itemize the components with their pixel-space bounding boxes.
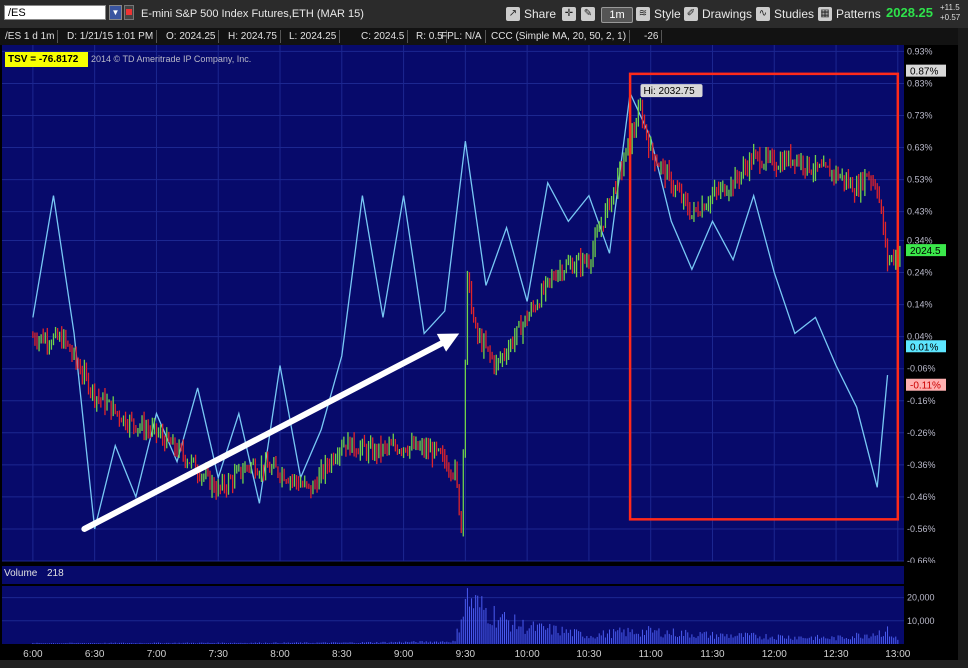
price-axis-tick: 0.34%	[907, 236, 933, 246]
price-axis-tick: 0.24%	[907, 268, 933, 278]
price-axis-tick: -0.26%	[907, 428, 936, 438]
volume-value: 218	[47, 568, 64, 579]
price-axis-tick: -0.16%	[907, 396, 936, 406]
info-low: L: 2024.25	[286, 30, 341, 43]
timeframe-button[interactable]: 1m	[601, 7, 633, 23]
volume-chart[interactable]: 20,000 10,000 6:00 6:30 7:00 7:30 8:00 8:30 9:00…	[0, 564, 958, 660]
wrench-icon: ✎	[581, 6, 595, 21]
change-percent: +0.57	[940, 13, 961, 22]
share-label: Share	[524, 6, 557, 21]
studies-button[interactable]: ∿ Studies	[756, 4, 814, 23]
time-axis-tick: 8:30	[332, 649, 352, 660]
price-axis-tick: 0.93%	[907, 46, 933, 56]
change-absolute: +11.5	[940, 3, 960, 12]
volume-axis-tick: 10,000	[907, 616, 935, 626]
patterns-button[interactable]: ▦ Patterns	[818, 4, 881, 23]
time-axis-tick: 9:00	[394, 649, 414, 660]
tsv-badge: TSV = -76.8172	[5, 52, 88, 67]
price-axis-tick: -0.46%	[907, 492, 936, 502]
patterns-label: Patterns	[836, 6, 881, 21]
price-axis-tick: -0.06%	[907, 364, 936, 374]
style-icon: ≋	[636, 6, 650, 21]
volume-label: Volume	[4, 568, 38, 579]
info-close: C: 2024.5	[358, 30, 409, 43]
time-axis-tick: 9:30	[456, 649, 476, 660]
patterns-icon: ▦	[818, 6, 832, 21]
studies-label: Studies	[774, 6, 815, 21]
drawings-button[interactable]: ✐ Drawings	[684, 4, 752, 23]
price-axis-tick: 0.43%	[907, 207, 933, 217]
volume-axis-tick: 20,000	[907, 593, 935, 603]
chart-label: /ES 1 d 1m	[2, 30, 59, 43]
style-button[interactable]: ≋ Style	[636, 4, 681, 23]
alert-flag-icon	[126, 9, 132, 15]
info-date: D: 1/21/15 1:01 PM	[64, 30, 158, 43]
share-icon: ↗	[506, 6, 520, 21]
last-price: 2028.25	[886, 5, 933, 20]
price-axis-tick: 0.63%	[907, 143, 933, 153]
price-axis-tick: 0.83%	[907, 78, 933, 88]
time-axis-tick: 7:00	[147, 649, 167, 660]
price-label: 0.87%	[910, 67, 938, 78]
copyright-text: 2014 © TD Ameritrade IP Company, Inc.	[91, 54, 252, 64]
volume-header-bg	[2, 566, 904, 584]
price-axis-tick: -0.66%	[907, 556, 936, 563]
price-axis-tick: -0.36%	[907, 460, 936, 470]
instrument-title: E-mini S&P 500 Index Futures,ETH (MAR 15…	[141, 8, 364, 20]
price-axis-tick: 0.14%	[907, 300, 933, 310]
share-button[interactable]: ↗ Share	[506, 4, 556, 23]
time-axis-tick: 12:00	[762, 649, 787, 660]
price-label: 0.01%	[910, 342, 938, 353]
time-axis-tick: 13:00	[885, 649, 910, 660]
info-high: H: 2024.75	[225, 30, 281, 43]
bottom-bar	[0, 660, 968, 668]
time-axis-tick: 7:30	[208, 649, 228, 660]
time-axis-tick: 6:30	[85, 649, 105, 660]
price-chart[interactable]: 0.93% 0.83% 0.73% 0.63% 0.53% 0.43% 0.34% 0.24%…	[0, 45, 958, 563]
price-axis-tick: 0.53%	[907, 175, 933, 185]
time-axis-tick: 8:00	[270, 649, 290, 660]
info-open: O: 2024.25	[163, 30, 220, 43]
time-axis-tick: 11:30	[700, 649, 725, 660]
time-axis-tick: 10:00	[515, 649, 540, 660]
study-label: CCC (Simple MA, 20, 50, 2, 1)	[488, 30, 631, 43]
price-axis-tick: 0.04%	[907, 332, 933, 342]
price-label: -0.11%	[910, 381, 941, 392]
symbol-input[interactable]: /ES	[4, 5, 106, 20]
right-side-panel[interactable]	[958, 28, 968, 660]
price-axis-tick: 0.73%	[907, 111, 933, 121]
time-axis-tick: 11:00	[639, 649, 664, 660]
drawings-label: Drawings	[702, 6, 753, 21]
crosshair-icon: ✛	[562, 6, 576, 21]
time-axis-tick: 12:30	[824, 649, 849, 660]
study-value: -26	[641, 30, 663, 43]
time-axis-tick: 10:30	[576, 649, 601, 660]
symbol-dropdown-button[interactable]: ▼	[109, 5, 122, 20]
wrench-tool-button[interactable]: ✎	[581, 4, 595, 23]
style-label: Style	[654, 6, 681, 21]
price-axis-tick: -0.56%	[907, 524, 936, 534]
high-annotation: Hi: 2032.75	[644, 86, 696, 97]
plot-background	[2, 45, 904, 561]
studies-icon: ∿	[756, 6, 770, 21]
info-fpl: FPL: N/A	[438, 30, 486, 43]
drawings-icon: ✐	[684, 6, 698, 21]
volume-plot-bg	[2, 586, 904, 644]
price-label: 2024.5	[910, 246, 941, 257]
crosshair-tool-button[interactable]: ✛	[562, 4, 576, 23]
time-axis-tick: 6:00	[23, 649, 43, 660]
